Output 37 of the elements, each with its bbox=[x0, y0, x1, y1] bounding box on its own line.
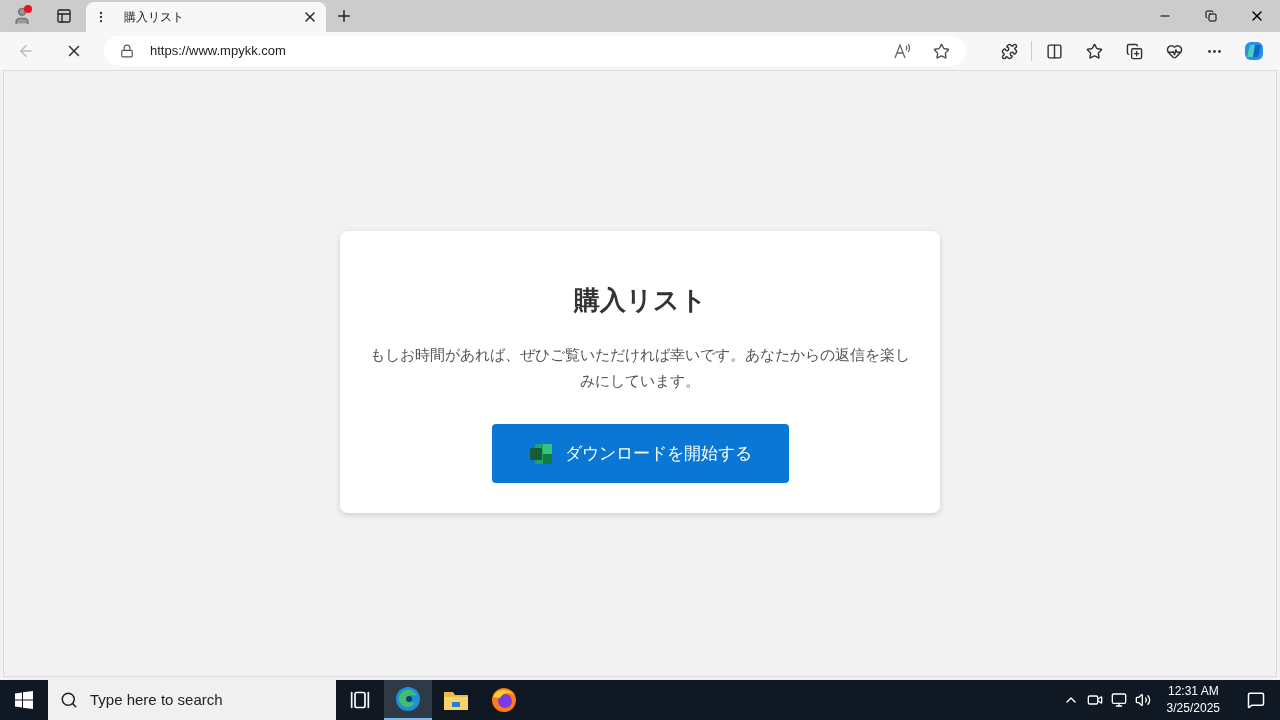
split-screen-icon[interactable] bbox=[1045, 42, 1063, 60]
browser-icon bbox=[395, 686, 421, 712]
clock-time: 12:31 AM bbox=[1167, 683, 1219, 700]
folder-icon bbox=[443, 689, 469, 711]
extensions-icon[interactable] bbox=[1000, 42, 1018, 60]
clock[interactable]: 12:31 AM 3/25/2025 bbox=[1158, 683, 1228, 717]
new-tab-icon[interactable] bbox=[335, 7, 353, 25]
url-text: https://www.mpykk.com bbox=[150, 42, 287, 61]
read-aloud-icon[interactable] bbox=[893, 41, 913, 61]
heart-pulse-icon[interactable] bbox=[1165, 42, 1183, 60]
camera-icon[interactable] bbox=[1086, 692, 1103, 708]
favorite-star-icon[interactable] bbox=[933, 42, 950, 60]
message-text: もしお時間があれば、ぜひご覧いただければ幸いです。あなたからの返信を楽しみにしています。 bbox=[370, 345, 910, 392]
browser-tab[interactable]: 購入リスト bbox=[86, 2, 326, 32]
address-bar[interactable]: https://www.mpykk.com bbox=[104, 36, 966, 66]
profile-icon[interactable] bbox=[12, 6, 32, 26]
start-icon[interactable] bbox=[15, 691, 33, 709]
firefox-icon bbox=[491, 687, 517, 713]
search-placeholder: Type here to search bbox=[90, 689, 223, 710]
notifications-icon[interactable] bbox=[1247, 691, 1265, 709]
taskbar-app[interactable] bbox=[384, 680, 432, 720]
spreadsheet-icon bbox=[528, 442, 553, 465]
lock-icon bbox=[120, 44, 134, 58]
favorites-icon[interactable] bbox=[1085, 42, 1103, 60]
restore-icon[interactable] bbox=[1205, 10, 1217, 22]
page-title: 購入リスト bbox=[573, 284, 707, 317]
network-icon[interactable] bbox=[1110, 692, 1127, 708]
download-button[interactable]: ダウンロードを開始する bbox=[491, 424, 789, 483]
tab-title: 購入リスト bbox=[124, 9, 185, 26]
clock-date: 3/25/2025 bbox=[1166, 700, 1220, 717]
search-icon bbox=[60, 691, 78, 709]
tab-actions-icon[interactable] bbox=[56, 8, 72, 24]
copilot-icon[interactable] bbox=[1243, 40, 1265, 62]
taskbar-search-field[interactable]: Type here to search bbox=[48, 680, 336, 720]
collections-icon[interactable] bbox=[1125, 42, 1143, 60]
task-view-icon[interactable] bbox=[350, 690, 370, 710]
volume-icon[interactable] bbox=[1134, 692, 1151, 708]
